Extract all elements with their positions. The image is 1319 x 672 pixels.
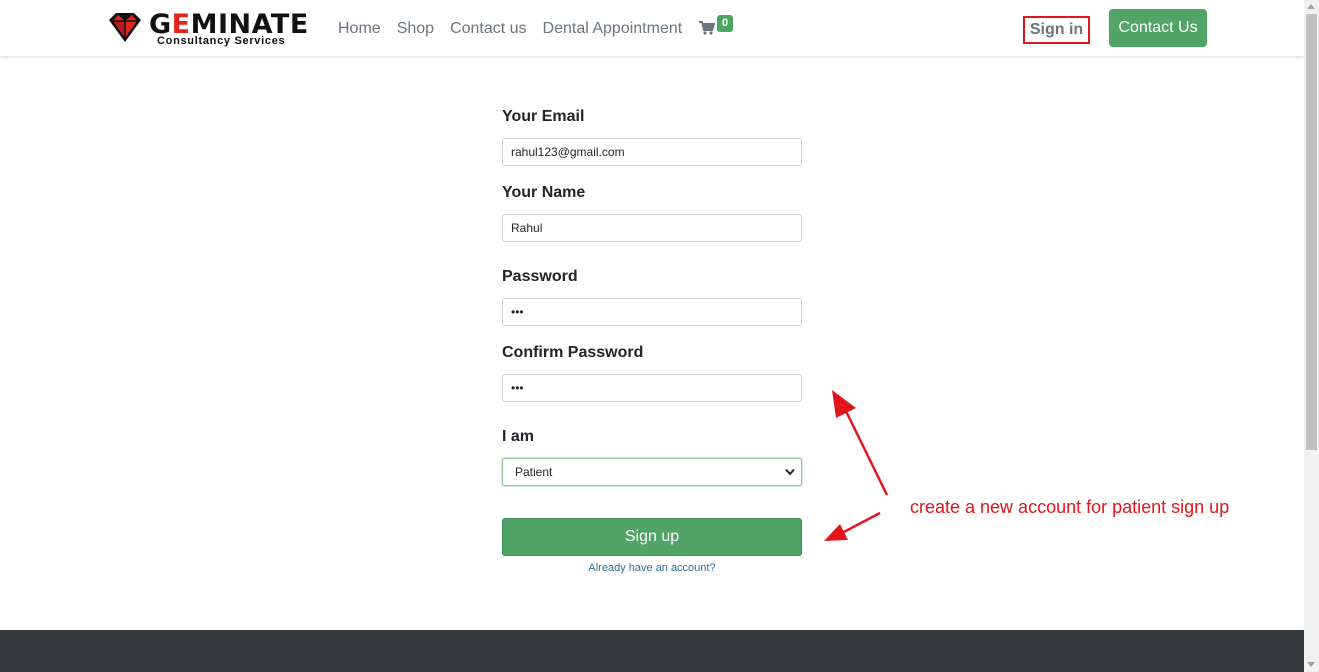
- annotation-arrow-up: [832, 390, 889, 496]
- annotation-text: create a new account for patient sign up: [910, 497, 1230, 517]
- scrollbar-thumb[interactable]: [1306, 14, 1317, 450]
- footer: [0, 630, 1304, 672]
- page: GEMINATE Consultancy Services Home Shop …: [0, 0, 1319, 672]
- scroll-up-arrow-icon[interactable]: [1307, 4, 1315, 9]
- annotation-arrows: [824, 390, 889, 541]
- vertical-scrollbar[interactable]: [1304, 0, 1319, 672]
- annotation-arrow-left: [824, 511, 881, 541]
- scroll-down-arrow-icon[interactable]: [1307, 662, 1315, 667]
